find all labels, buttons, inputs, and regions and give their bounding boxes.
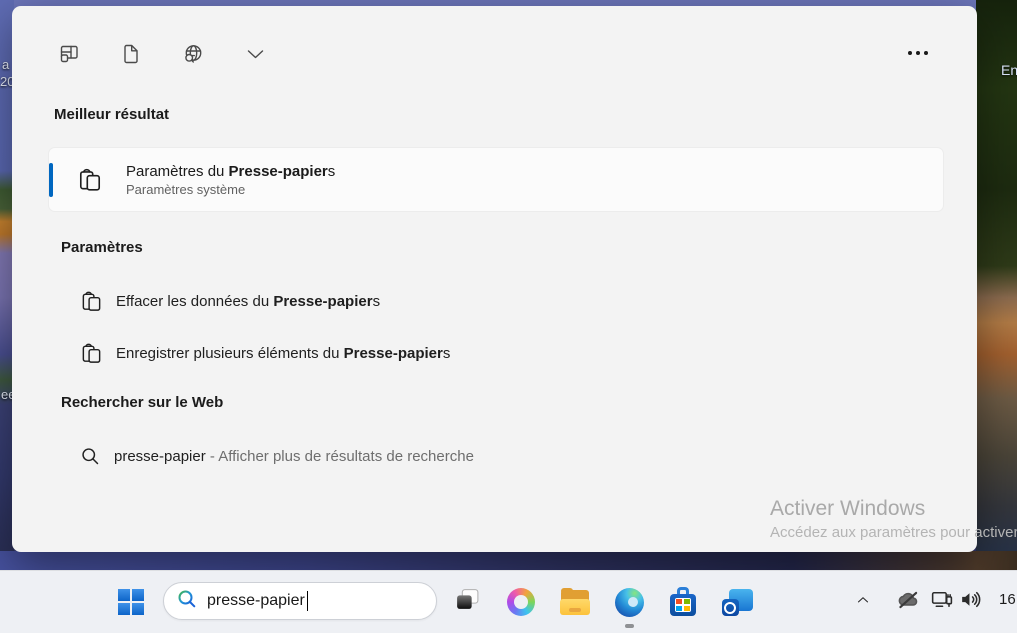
desktop-icon-label-fragment: En [1001,62,1017,78]
task-view-button[interactable] [447,582,487,622]
result-label: presse-papier - Afficher plus de résulta… [114,448,474,465]
search-icon [80,446,101,467]
clipboard-icon [80,290,103,313]
file-explorer-icon [560,590,590,615]
taskbar: presse-papier [0,570,1017,633]
edge-running-indicator [625,624,634,628]
settings-section-header: Paramètres [61,239,143,256]
more-filters-chevron-icon[interactable] [242,36,268,72]
network-ethernet-icon [929,587,954,617]
search-query-text: presse-papier [207,592,305,610]
edge-button[interactable] [609,582,649,622]
taskbar-search-input[interactable]: presse-papier [163,582,437,620]
start-button[interactable] [111,582,151,622]
tray-show-hidden-icons-button[interactable] [848,585,878,619]
web-filter-icon[interactable] [180,36,206,72]
search-icon [177,589,197,614]
wallpaper-right-strip [976,0,1017,633]
documents-filter-icon[interactable] [118,36,144,72]
windows-logo-icon [118,589,144,615]
result-label: Enregistrer plusieurs éléments du Presse… [116,345,450,362]
best-match-subtitle: Paramètres système [126,182,335,197]
text-cursor [307,591,309,611]
tray-onedrive-button[interactable] [893,585,923,619]
speaker-volume-icon [958,587,983,617]
store-button[interactable] [663,582,703,622]
microsoft-store-icon [669,587,697,617]
settings-result-clear-clipboard[interactable]: Effacer les données du Presse-papiers [48,281,944,321]
more-options-button[interactable] [896,40,940,66]
apps-filter-icon[interactable] [56,36,82,72]
clipboard-icon [77,167,103,193]
best-match-result[interactable]: Paramètres du Presse-papiers Paramètres … [48,147,944,212]
taskbar-clock[interactable]: 16 [999,591,1016,608]
outlook-button[interactable] [717,582,757,622]
outlook-icon [722,587,753,617]
copilot-button[interactable] [501,582,541,622]
desktop-icon-label-fragment: a [2,57,9,72]
result-label: Effacer les données du Presse-papiers [116,293,380,310]
edge-icon [615,588,644,617]
tray-volume-button[interactable] [955,585,985,619]
selection-accent-bar [49,163,53,197]
best-match-header: Meilleur résultat [54,106,169,123]
search-flyout-panel: Meilleur résultat Paramètres du Presse-p… [12,6,977,552]
search-filter-tabs [56,36,268,72]
web-section-header: Rechercher sur le Web [61,394,223,411]
wallpaper-bottom-band [0,551,1017,570]
task-view-icon [454,586,481,618]
best-match-text: Paramètres du Presse-papiers Paramètres … [126,163,335,197]
onedrive-offline-cloud-slash-icon [895,587,921,618]
clipboard-icon [80,342,103,365]
file-explorer-button[interactable] [555,582,595,622]
web-search-result[interactable]: presse-papier - Afficher plus de résulta… [48,436,944,476]
chevron-up-icon [854,591,872,614]
settings-result-save-multiple-clipboard[interactable]: Enregistrer plusieurs éléments du Presse… [48,333,944,373]
best-match-title: Paramètres du Presse-papiers [126,163,335,180]
tray-network-button[interactable] [926,585,956,619]
copilot-icon [507,588,535,616]
